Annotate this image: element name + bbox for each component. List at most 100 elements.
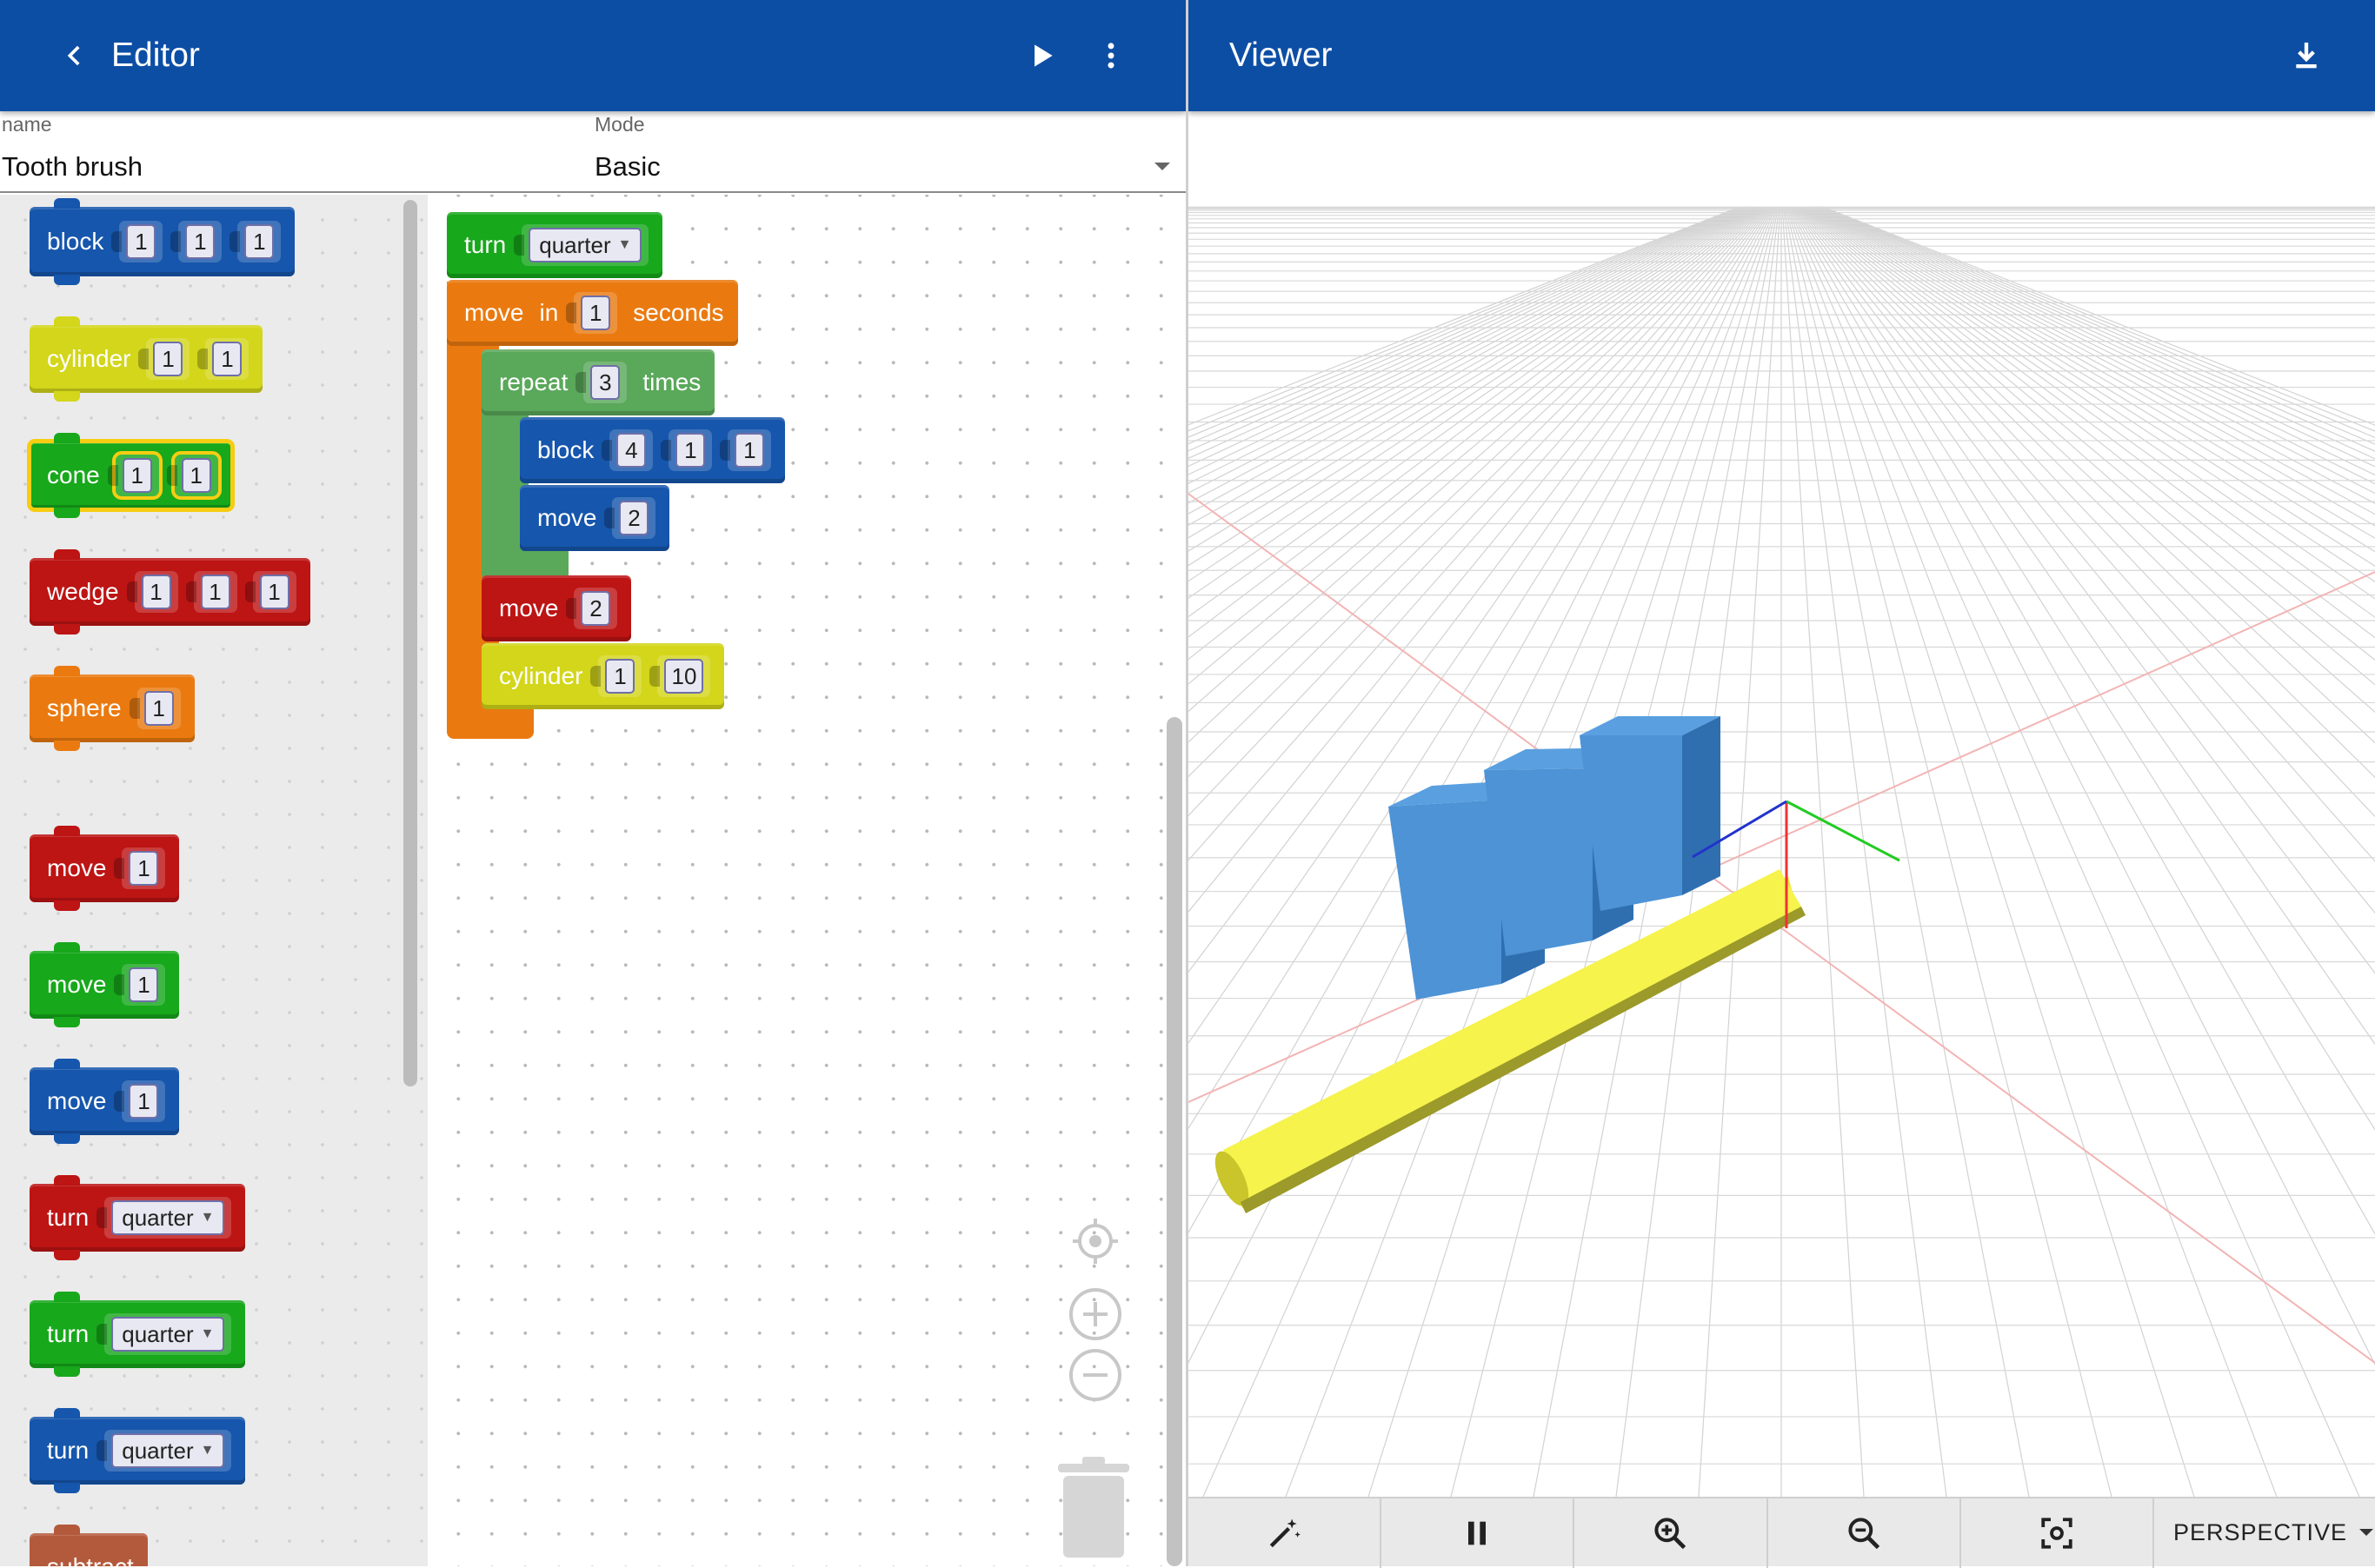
arg-input[interactable]: 1 (126, 224, 156, 259)
toolbox-block-sphere[interactable]: sphere 1 (30, 666, 195, 751)
focus-button[interactable] (1961, 1498, 2154, 1568)
name-field[interactable]: Tooth brush (2, 151, 143, 183)
editor-app-bar: Editor (0, 0, 1186, 111)
camera-mode-value: PERSPECTIVE (2172, 1518, 2347, 1545)
duration-input[interactable]: 1 (581, 296, 611, 330)
ws-inner-move-block[interactable]: move 2 (520, 485, 670, 551)
viewer-canvas[interactable] (1188, 111, 2375, 1497)
block-label: move (464, 299, 524, 326)
download-icon (2296, 43, 2317, 69)
dropdown-value: quarter (122, 1320, 194, 1347)
turn-dropdown[interactable]: quarter ▼ (111, 1200, 225, 1235)
toolbox-block-subtract[interactable]: subtract (30, 1525, 148, 1566)
3d-scene[interactable] (1188, 111, 2375, 1497)
dropdown-arrow-icon: ▼ (200, 1210, 215, 1225)
download-button[interactable] (2277, 26, 2336, 85)
project-form: name Tooth brush Mode Basic (0, 111, 1186, 193)
trash-can[interactable] (1047, 1446, 1141, 1566)
workspace-zoom-out-button[interactable] (1068, 1347, 1123, 1403)
arg-input[interactable]: 2 (581, 591, 611, 626)
arg-input[interactable]: 1 (212, 342, 243, 376)
workspace-scrollbar[interactable] (1167, 717, 1182, 1566)
blocks-workspace[interactable]: turn quarter ▼ move in 1 seconds repeat 3… (428, 195, 1186, 1566)
arg-input[interactable]: 10 (664, 659, 704, 694)
name-label: name (2, 113, 52, 136)
block-label: repeat (499, 369, 569, 395)
arg-input[interactable]: 4 (616, 433, 647, 468)
block-label: turn (47, 1320, 90, 1347)
arg-input[interactable]: 1 (675, 433, 706, 468)
dropdown-value: quarter (122, 1204, 194, 1231)
mode-label: Mode (595, 113, 645, 136)
toolbox-block-move-blue[interactable]: move 1 (30, 1059, 180, 1144)
arg-input[interactable]: 1 (605, 659, 635, 694)
recenter-button[interactable] (1068, 1213, 1123, 1269)
play-icon (1034, 44, 1053, 67)
dropdown-arrow-icon: ▼ (617, 237, 632, 252)
block-label: turn (464, 231, 507, 258)
chevron-down-icon (2359, 1529, 2373, 1536)
toolbox-block-move-red[interactable]: move 1 (30, 826, 180, 911)
arg-input[interactable]: 1 (153, 342, 183, 376)
ws-block-block[interactable]: block 4 1 1 (520, 417, 786, 483)
ws-turn-block[interactable]: turn quarter ▼ (447, 212, 663, 278)
arg-input[interactable]: 1 (735, 433, 765, 468)
toolbox-block-move-green[interactable]: move 1 (30, 942, 180, 1027)
arg-input[interactable]: 1 (259, 575, 289, 609)
ws-cylinder-block[interactable]: cylinder 1 10 (482, 643, 725, 709)
repeat-count-input[interactable]: 3 (590, 365, 621, 400)
toolbox-block-turn-green[interactable]: turn quarter ▼ (30, 1292, 246, 1377)
arg-input[interactable]: 1 (129, 967, 159, 1002)
dropdown-value: quarter (122, 1437, 194, 1464)
arg-input[interactable]: 1 (129, 1084, 159, 1119)
run-button[interactable] (1012, 26, 1071, 85)
more-menu-button[interactable] (1081, 26, 1141, 85)
block-label: block (47, 228, 104, 255)
camera-mode-select[interactable]: PERSPECTIVE (2154, 1498, 2375, 1566)
block-label: cylinder (47, 345, 131, 372)
arg-input[interactable]: 1 (141, 575, 171, 609)
viewer-zoom-in-button[interactable] (1574, 1498, 1768, 1568)
zoom-in-icon (1654, 1518, 1686, 1550)
block-label: cylinder (499, 662, 583, 689)
pane-divider[interactable] (1186, 0, 1188, 1566)
arg-input[interactable]: 2 (619, 501, 649, 535)
magic-wand-button[interactable] (1188, 1498, 1382, 1568)
pause-button[interactable] (1381, 1498, 1575, 1568)
toolbox-block-turn-blue[interactable]: turn quarter ▼ (30, 1408, 246, 1493)
zoom-out-icon (1848, 1518, 1879, 1550)
seconds-label: seconds (633, 299, 724, 326)
ws-move-in-block[interactable]: move in 1 seconds (447, 280, 738, 346)
arg-input[interactable]: 1 (122, 458, 152, 493)
bristle-block (1580, 716, 1720, 911)
ground-grid (1188, 206, 2375, 1497)
ws-move-block[interactable]: move 2 (482, 575, 632, 641)
arg-input[interactable]: 1 (143, 691, 174, 726)
viewer-title: Viewer (1229, 37, 1333, 74)
turn-dropdown[interactable]: quarter ▼ (529, 228, 642, 262)
toolbox-block-block[interactable]: block 1 1 1 (30, 198, 296, 285)
arg-input[interactable]: 1 (185, 224, 216, 259)
block-label: move (47, 854, 107, 881)
toolbox-block-turn-red[interactable]: turn quarter ▼ (30, 1175, 246, 1260)
mode-select[interactable]: Basic (595, 144, 1182, 188)
arg-input[interactable]: 1 (181, 458, 211, 493)
workspace-zoom-in-button[interactable] (1068, 1286, 1123, 1342)
block-toolbox: block 1 1 1 cylinder 1 1 cone 1 1 wedge … (0, 195, 428, 1566)
toolbox-block-cylinder[interactable]: cylinder 1 1 (30, 316, 263, 402)
arg-input[interactable]: 1 (200, 575, 230, 609)
toolbox-block-wedge[interactable]: wedge 1 1 1 (30, 549, 310, 635)
toolbox-block-cone[interactable]: cone 1 1 (27, 433, 235, 518)
toolbox-scrollbar[interactable] (403, 200, 417, 1086)
zoom-out-icon (1069, 1349, 1121, 1401)
arg-input[interactable]: 1 (244, 224, 275, 259)
block-label: subtract (47, 1553, 134, 1566)
ws-repeat-block[interactable]: repeat 3 times (482, 349, 715, 415)
turn-dropdown[interactable]: quarter ▼ (111, 1317, 225, 1352)
block-label: turn (47, 1204, 90, 1231)
arg-input[interactable]: 1 (129, 851, 159, 886)
turn-dropdown[interactable]: quarter ▼ (111, 1433, 225, 1468)
back-button[interactable] (45, 26, 104, 85)
viewer-zoom-out-button[interactable] (1768, 1498, 1961, 1568)
block-label: move (499, 595, 559, 621)
